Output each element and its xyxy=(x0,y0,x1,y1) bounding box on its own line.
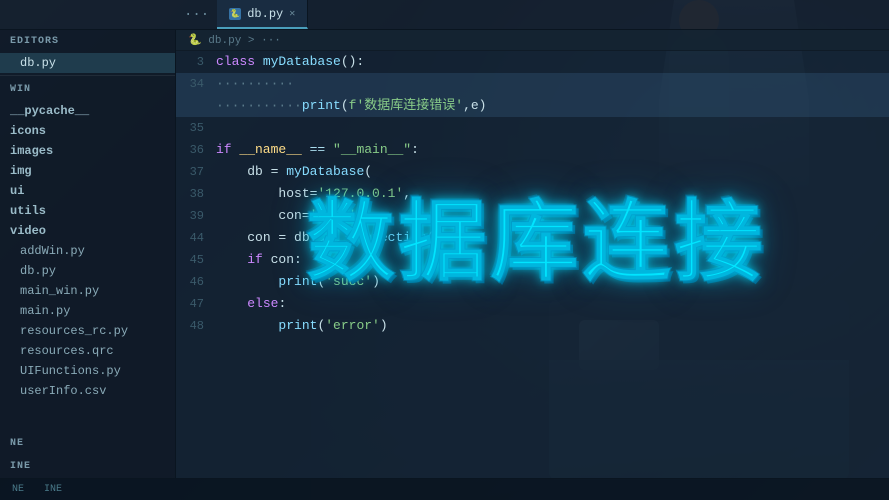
sidebar-item-images[interactable]: images xyxy=(0,141,175,161)
code-line-44: 44 con = db.get_connection() xyxy=(176,227,889,249)
sidebar-item-userinfo[interactable]: userInfo.csv xyxy=(0,381,175,401)
line-content-34: ·········· xyxy=(216,73,889,95)
line-num-45: 45 xyxy=(176,249,216,271)
tab-close-button[interactable]: ✕ xyxy=(289,8,295,20)
breadcrumb-file: 🐍 db.py > ··· xyxy=(188,35,281,47)
breadcrumb: 🐍 db.py > ··· xyxy=(176,30,889,51)
line-num-44: 44 xyxy=(176,227,216,249)
code-editor: 🐍 db.py > ··· 3 class myDatabase(): 34 ·… xyxy=(176,30,889,478)
line-num-36: 36 xyxy=(176,139,216,161)
sidebar-item-main-win[interactable]: main_win.py xyxy=(0,281,175,301)
sidebar-item-video[interactable]: video xyxy=(0,221,175,241)
code-line-45: 45 if con: xyxy=(176,249,889,271)
line-content-44: con = db.get_connection() xyxy=(216,227,889,249)
line-content-46: print('succ') xyxy=(216,271,889,293)
line-content-47: else: xyxy=(216,293,889,315)
code-line-38: 38 host='127.0.0.1', xyxy=(176,183,889,205)
line-num-48: 48 xyxy=(176,315,216,337)
line-content-38: host='127.0.0.1', xyxy=(216,183,889,205)
line-content-39: con='root' xyxy=(216,205,889,227)
editors-section-header: EDITORS xyxy=(0,30,175,53)
main-content: EDITORS db.py WIN __pycache__ icons imag… xyxy=(0,30,889,478)
sidebar: EDITORS db.py WIN __pycache__ icons imag… xyxy=(0,30,176,478)
sidebar-item-img[interactable]: img xyxy=(0,161,175,181)
code-line-34b: ···········print(f'数据库连接错误',e) xyxy=(176,95,889,117)
line-content-3: class myDatabase(): xyxy=(216,51,889,73)
code-line-36: 36 if __name__ == "__main__": xyxy=(176,139,889,161)
line-content-34b: ···········print(f'数据库连接错误',e) xyxy=(216,95,889,117)
tab-label: db.py xyxy=(247,7,283,21)
line-num-39: 39 xyxy=(176,205,216,227)
line-num-46: 46 xyxy=(176,271,216,293)
status-ine: INE xyxy=(44,484,62,495)
line-content-36: if __name__ == "__main__": xyxy=(216,139,889,161)
line-num-3: 3 xyxy=(176,51,216,73)
code-line-35: 35 xyxy=(176,117,889,139)
sidebar-item-db-py-editor[interactable]: db.py xyxy=(0,53,175,73)
sidebar-bottom-2: INE xyxy=(0,455,175,478)
top-bar: ··· 🐍 db.py ✕ xyxy=(0,0,889,30)
sidebar-item-uifunctions[interactable]: UIFunctions.py xyxy=(0,361,175,381)
sidebar-item-utils[interactable]: utils xyxy=(0,201,175,221)
sidebar-item-icons[interactable]: icons xyxy=(0,121,175,141)
line-num-47: 47 xyxy=(176,293,216,315)
line-content-48: print('error') xyxy=(216,315,889,337)
code-line-39: 39 con='root' xyxy=(176,205,889,227)
code-line-34: 34 ·········· xyxy=(176,73,889,95)
ide-container: ··· 🐍 db.py ✕ EDITORS db.py WIN __pycach… xyxy=(0,0,889,500)
sidebar-item-resources-qrc[interactable]: resources.qrc xyxy=(0,341,175,361)
sidebar-item-resources-rc[interactable]: resources_rc.py xyxy=(0,321,175,341)
python-icon: 🐍 xyxy=(229,8,241,20)
sidebar-item-addwin[interactable]: addWin.py xyxy=(0,241,175,261)
line-num-34: 34 xyxy=(176,73,216,95)
code-line-47: 47 else: xyxy=(176,293,889,315)
bottom-status-bar: NE INE xyxy=(0,478,889,500)
tab-ellipsis[interactable]: ··· xyxy=(176,7,217,23)
code-line-46: 46 print('succ') xyxy=(176,271,889,293)
code-line-37: 37 db = myDatabase( xyxy=(176,161,889,183)
sidebar-item-main[interactable]: main.py xyxy=(0,301,175,321)
tab-db-py[interactable]: 🐍 db.py ✕ xyxy=(217,0,308,29)
line-num-38: 38 xyxy=(176,183,216,205)
divider-1 xyxy=(0,75,175,76)
tab-bar: ··· 🐍 db.py ✕ xyxy=(0,0,889,29)
status-ne: NE xyxy=(12,484,24,495)
sidebar-item-ui[interactable]: ui xyxy=(0,181,175,201)
sidebar-item-pycache[interactable]: __pycache__ xyxy=(0,101,175,121)
code-line-3: 3 class myDatabase(): xyxy=(176,51,889,73)
sidebar-item-db-py-file[interactable]: db.py xyxy=(0,261,175,281)
win-section-header: WIN xyxy=(0,78,175,101)
code-lines: 3 class myDatabase(): 34 ·········· ····… xyxy=(176,51,889,478)
line-content-45: if con: xyxy=(216,249,889,271)
line-content-37: db = myDatabase( xyxy=(216,161,889,183)
line-num-35: 35 xyxy=(176,117,216,139)
line-content-35 xyxy=(216,117,889,139)
code-line-48: 48 print('error') xyxy=(176,315,889,337)
sidebar-bottom-1: NE xyxy=(0,432,175,455)
line-num-37: 37 xyxy=(176,161,216,183)
